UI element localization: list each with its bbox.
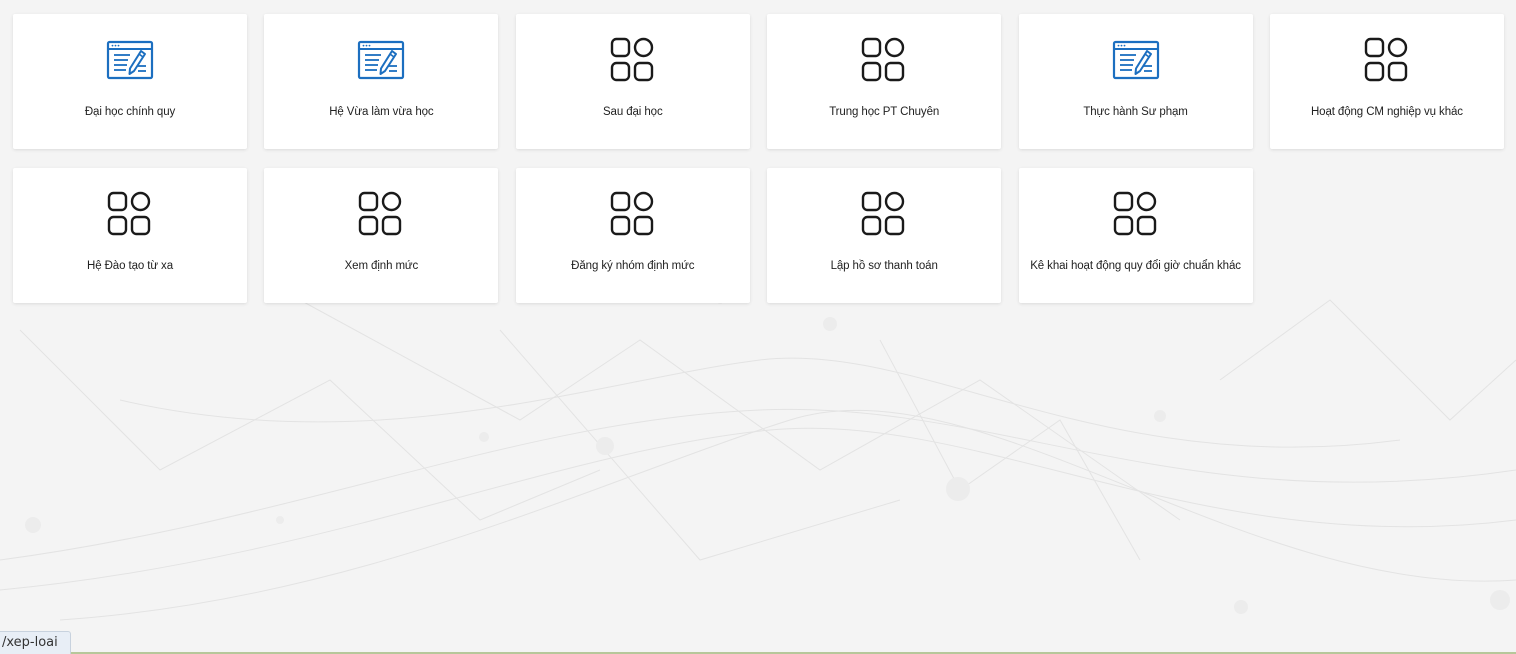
module-tile[interactable]: Hệ Đào tạo từ xa	[13, 168, 247, 303]
module-tile[interactable]: Trung học PT Chuyên	[767, 14, 1002, 149]
module-tile[interactable]: Kê khai hoạt động quy đổi giờ chuẩn khác	[1018, 168, 1253, 303]
apps-grid-icon	[609, 190, 657, 238]
module-tile[interactable]: Lập hồ sơ thanh toán	[767, 168, 1002, 303]
module-grid: Đại học chính quy Hệ Vừa làm vừa học Sau…	[13, 14, 1504, 303]
tile-label: Hệ Đào tạo từ xa	[86, 260, 173, 272]
module-tile[interactable]: Thực hành Sư phạm	[1018, 14, 1253, 149]
tile-label: Thực hành Sư phạm	[1083, 106, 1188, 118]
tile-label: Trung học PT Chuyên	[829, 106, 940, 118]
edit-document-icon	[1112, 36, 1160, 84]
apps-grid-icon	[609, 36, 657, 84]
module-tile[interactable]: Đại học chính quy	[13, 14, 247, 149]
module-tile[interactable]: Đăng ký nhóm định mức	[515, 168, 750, 303]
apps-grid-icon	[860, 190, 908, 238]
module-tile[interactable]: Xem định mức	[264, 168, 499, 303]
apps-grid-icon	[860, 36, 908, 84]
tile-label: Sau đại học	[602, 106, 663, 118]
apps-grid-icon	[357, 190, 405, 238]
module-tile[interactable]: Sau đại học	[515, 14, 750, 149]
edit-document-icon	[106, 36, 154, 84]
edit-document-icon	[357, 36, 405, 84]
module-tile[interactable]: Hệ Vừa làm vừa học	[264, 14, 499, 149]
tile-label: Hệ Vừa làm vừa học	[329, 106, 434, 118]
tile-label: Kê khai hoạt động quy đổi giờ chuẩn khác	[1030, 260, 1241, 272]
tile-label: Đại học chính quy	[84, 106, 176, 118]
tile-label: Lập hồ sơ thanh toán	[830, 260, 938, 272]
tile-label: Xem định mức	[344, 260, 419, 272]
apps-grid-icon	[1363, 36, 1411, 84]
tile-label: Hoạt động CM nghiệp vụ khác	[1310, 106, 1463, 118]
module-tile[interactable]: Hoạt động CM nghiệp vụ khác	[1269, 14, 1504, 149]
apps-grid-icon	[106, 190, 154, 238]
apps-grid-icon	[1112, 190, 1160, 238]
tile-label: Đăng ký nhóm định mức	[571, 260, 695, 272]
status-bar-url: /xep-loai	[0, 631, 71, 654]
